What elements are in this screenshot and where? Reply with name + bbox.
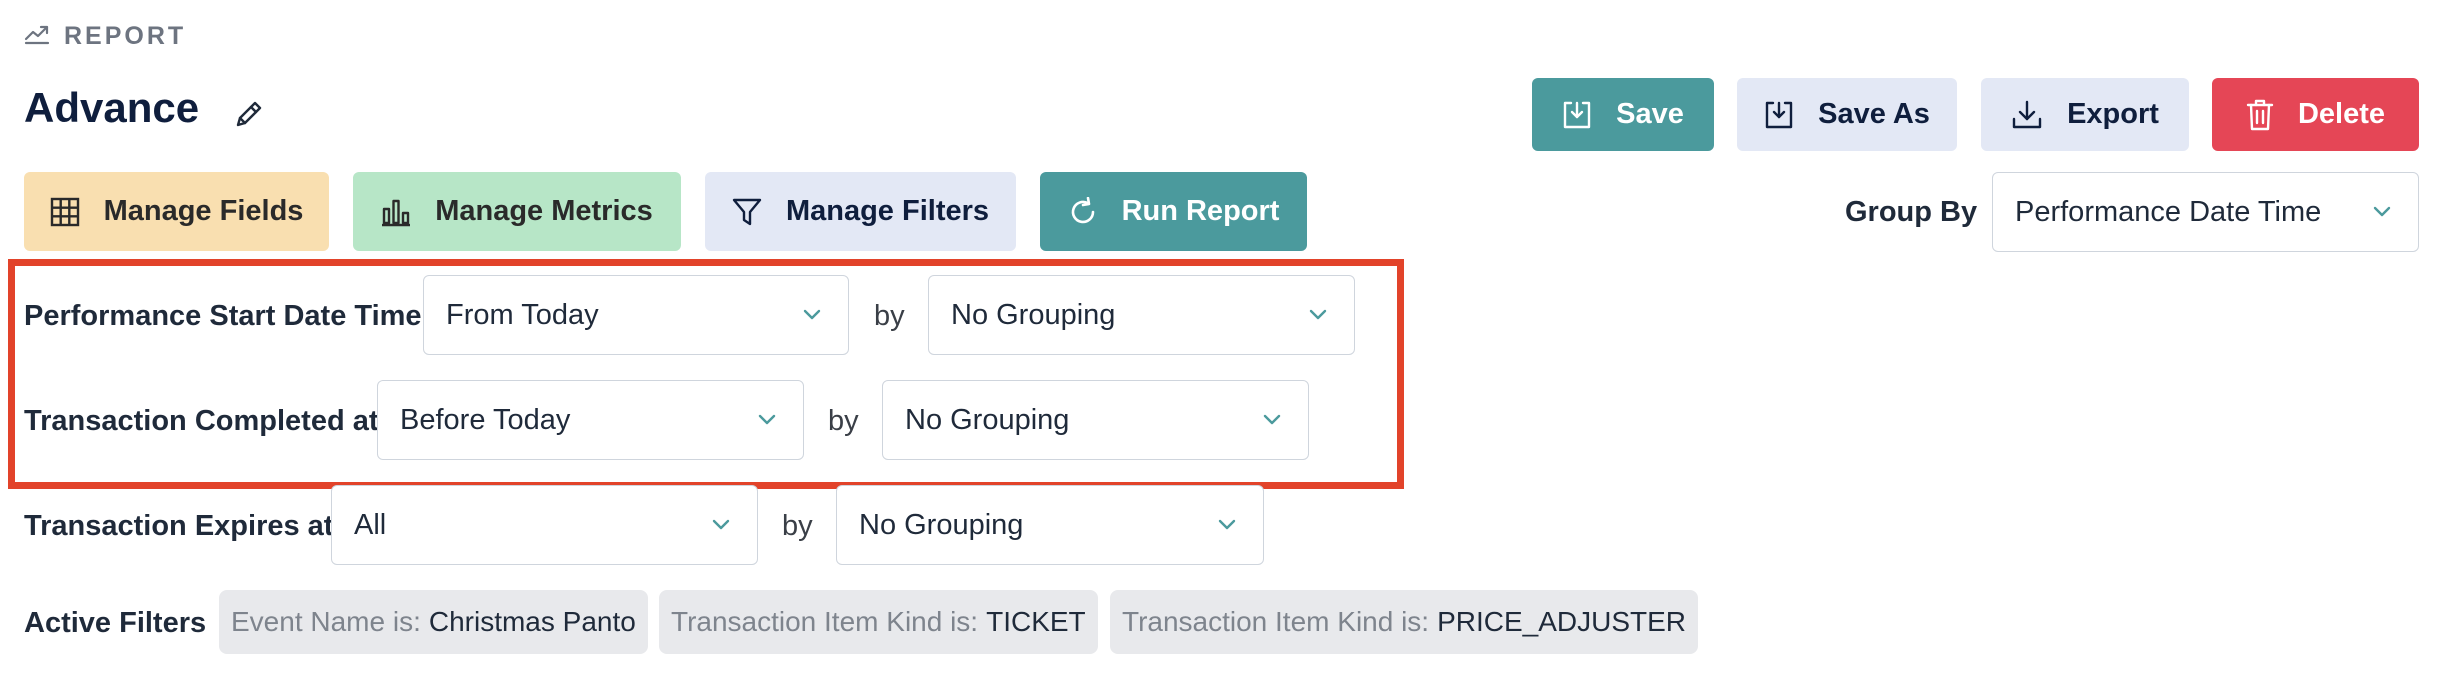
- run-report-button[interactable]: Run Report: [1040, 172, 1307, 251]
- active-filters-label: Active Filters: [24, 607, 207, 639]
- grouping-select[interactable]: No Grouping: [882, 380, 1309, 460]
- date-range-select[interactable]: Before Today: [377, 380, 804, 460]
- trash-icon: [2246, 99, 2274, 130]
- save-as-button[interactable]: Save As: [1737, 78, 1957, 151]
- report-title-row: Advance: [24, 82, 269, 134]
- date-filter-label: Performance Start Date Time: [24, 300, 422, 332]
- chevron-down-icon: [803, 309, 821, 320]
- date-range-select[interactable]: From Today: [423, 275, 849, 355]
- by-label: by: [874, 300, 905, 332]
- manage-fields-button[interactable]: Manage Fields: [24, 172, 329, 251]
- trend-chart-icon: [24, 23, 50, 50]
- save-as-icon: [1765, 101, 1793, 128]
- group-by-label: Group By: [1845, 196, 1978, 228]
- manage-filters-label: Manage Filters: [785, 195, 990, 227]
- delete-button-label: Delete: [2297, 98, 2386, 130]
- filter-chip-key: Transaction Item Kind is:: [671, 606, 979, 637]
- grouping-select[interactable]: No Grouping: [836, 485, 1264, 565]
- filter-chip-key: Event Name is:: [231, 606, 421, 637]
- save-icon: [1563, 101, 1591, 128]
- manage-metrics-button[interactable]: Manage Metrics: [353, 172, 681, 251]
- save-as-button-label: Save As: [1818, 98, 1930, 130]
- download-icon: [2012, 100, 2042, 128]
- grouping-value: No Grouping: [951, 298, 1116, 331]
- save-button[interactable]: Save: [1532, 78, 1714, 151]
- filter-chip-value: Christmas Panto: [428, 606, 636, 637]
- bar-chart-icon: [382, 199, 411, 226]
- save-button-label: Save: [1616, 98, 1684, 130]
- by-label: by: [828, 405, 859, 437]
- filter-chip-value: PRICE_ADJUSTER: [1437, 606, 1687, 637]
- chevron-down-icon: [758, 414, 776, 425]
- page-title: Advance: [24, 84, 200, 131]
- section-label: REPORT: [64, 22, 187, 50]
- filter-funnel-icon: [732, 198, 762, 225]
- filter-chip-key: Transaction Item Kind is:: [1122, 606, 1430, 637]
- chevron-down-icon: [712, 519, 730, 530]
- export-button[interactable]: Export: [1981, 78, 2189, 151]
- manage-filters-button[interactable]: Manage Filters: [705, 172, 1016, 251]
- delete-button[interactable]: Delete: [2212, 78, 2419, 151]
- filter-chip[interactable]: Transaction Item Kind is: TICKET: [659, 590, 1098, 654]
- date-filter-label: Transaction Completed at: [24, 405, 379, 437]
- run-report-label: Run Report: [1121, 195, 1280, 227]
- manage-fields-label: Manage Fields: [103, 195, 304, 227]
- table-grid-icon: [50, 197, 79, 226]
- by-label: by: [782, 510, 813, 542]
- grouping-select[interactable]: No Grouping: [928, 275, 1355, 355]
- grouping-value: No Grouping: [859, 508, 1024, 541]
- date-filter-label: Transaction Expires at: [24, 510, 334, 542]
- chevron-down-icon: [2373, 206, 2391, 217]
- filter-chip[interactable]: Transaction Item Kind is: PRICE_ADJUSTER: [1110, 590, 1699, 654]
- chevron-down-icon: [1263, 414, 1281, 425]
- date-range-value: Before Today: [400, 403, 571, 436]
- date-range-value: From Today: [446, 298, 599, 331]
- chevron-down-icon: [1309, 309, 1327, 320]
- export-button-label: Export: [2067, 98, 2159, 130]
- date-range-value: All: [354, 508, 387, 541]
- grouping-value: No Grouping: [905, 403, 1070, 436]
- filter-chip[interactable]: Event Name is: Christmas Panto: [219, 590, 648, 654]
- date-range-select[interactable]: All: [331, 485, 758, 565]
- group-by-select[interactable]: Performance Date Time: [1992, 172, 2419, 252]
- edit-title-button[interactable]: [229, 94, 269, 134]
- pencil-icon: [236, 101, 262, 127]
- report-eyebrow: REPORT: [24, 22, 186, 51]
- manage-metrics-label: Manage Metrics: [435, 195, 653, 227]
- chevron-down-icon: [1218, 519, 1236, 530]
- group-by-value: Performance Date Time: [2015, 195, 2322, 228]
- refresh-icon: [1071, 196, 1094, 223]
- filter-chip-value: TICKET: [986, 606, 1086, 637]
